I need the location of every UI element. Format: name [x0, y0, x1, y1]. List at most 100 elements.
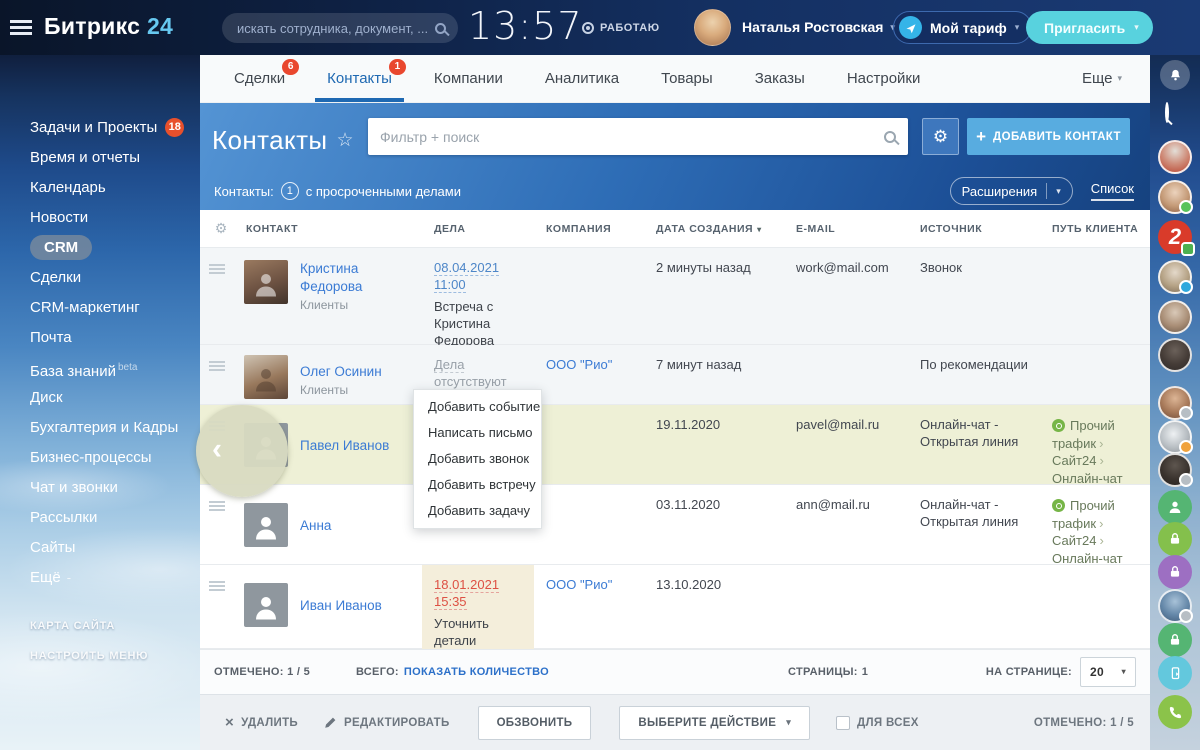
- sidebar-item-mail[interactable]: Почта: [0, 323, 200, 353]
- search-icon[interactable]: [1165, 104, 1185, 124]
- edit-button[interactable]: РЕДАКТИРОВАТЬ: [324, 716, 450, 729]
- sidebar-item-news[interactable]: Новости: [0, 203, 200, 233]
- configure-menu-link[interactable]: НАСТРОИТЬ МЕНЮ: [0, 641, 200, 671]
- global-search[interactable]: [222, 13, 458, 43]
- overdue-count-badge[interactable]: 1: [281, 182, 299, 200]
- sidebar-item-drive[interactable]: Диск: [0, 383, 200, 413]
- show-count-link[interactable]: ПОКАЗАТЬ КОЛИЧЕСТВО: [404, 666, 549, 678]
- column-client-path[interactable]: ПУТЬ КЛИЕНТА: [1040, 223, 1150, 235]
- workday-clock[interactable]: 13:57: [468, 4, 583, 48]
- per-page-select[interactable]: 20 ▾: [1080, 657, 1136, 687]
- contact-name-link[interactable]: Павел Иванов: [300, 437, 389, 455]
- work-status[interactable]: РАБОТАЮ: [582, 22, 660, 34]
- list-settings-button[interactable]: ⚙: [922, 118, 959, 155]
- lock-icon[interactable]: [1158, 555, 1192, 589]
- app-logo[interactable]: Битрикс 24: [44, 13, 173, 40]
- company-link[interactable]: ООО "Рио": [546, 357, 612, 372]
- sidebar-item-chat-calls[interactable]: Чат и звонки: [0, 473, 200, 503]
- delete-button[interactable]: × УДАЛИТЬ: [225, 715, 298, 730]
- chat-avatar[interactable]: [1158, 180, 1192, 214]
- activity-link[interactable]: Дела отсутствуют: [434, 357, 507, 390]
- sidebar-item-more[interactable]: Ещё-: [0, 563, 200, 593]
- sidebar-item-time[interactable]: Время и отчеты: [0, 143, 200, 173]
- chat-avatar[interactable]: [1158, 338, 1192, 372]
- sidebar-item-crm-active[interactable]: CRM: [0, 233, 200, 263]
- lock-icon[interactable]: [1158, 623, 1192, 657]
- hamburger-menu-icon[interactable]: [10, 20, 32, 23]
- chat-avatar[interactable]: [1158, 453, 1192, 487]
- sitemap-link[interactable]: КАРТА САЙТА: [0, 611, 200, 641]
- activity-link-overdue[interactable]: 18.01.2021 15:35: [434, 577, 499, 610]
- contact-avatar-placeholder[interactable]: [244, 583, 288, 627]
- menu-item-add-meeting[interactable]: Добавить встречу: [414, 472, 541, 498]
- chat-avatar[interactable]: [1158, 300, 1192, 334]
- filter-search-input[interactable]: [380, 129, 884, 145]
- filter-search[interactable]: [368, 118, 908, 155]
- chat-avatar[interactable]: [1158, 589, 1192, 623]
- contact-name-link[interactable]: Кристина Федорова: [300, 260, 416, 296]
- drag-handle-icon[interactable]: [209, 501, 225, 503]
- contact-name-link[interactable]: Олег Осинин: [300, 363, 382, 381]
- company-link[interactable]: ООО "Рио": [546, 577, 612, 592]
- column-contact[interactable]: КОНТАКТ: [234, 223, 422, 235]
- contact-photo[interactable]: [244, 355, 288, 399]
- column-company[interactable]: КОМПАНИЯ: [534, 223, 644, 235]
- tab-more[interactable]: Еще▾: [1082, 55, 1122, 102]
- user-menu[interactable]: Наталья Ростовская ▾: [742, 19, 895, 35]
- sidebar-item-crm-marketing[interactable]: CRM-маркетинг: [0, 293, 200, 323]
- menu-item-add-task[interactable]: Добавить задачу: [414, 498, 541, 524]
- tab-companies[interactable]: Компании: [434, 55, 503, 102]
- user-avatar[interactable]: [694, 9, 731, 46]
- columns-gear-icon[interactable]: ⚙: [200, 220, 234, 237]
- add-contact-button[interactable]: + ДОБАВИТЬ КОНТАКТ: [967, 118, 1130, 155]
- menu-item-add-event[interactable]: Добавить событие: [414, 394, 541, 420]
- contact-name-link[interactable]: Иван Иванов: [300, 597, 382, 615]
- sidebar-item-tasks[interactable]: Задачи и Проекты18: [0, 113, 200, 143]
- sidebar-item-mailings[interactable]: Рассылки: [0, 503, 200, 533]
- my-tariff-button[interactable]: Мой тариф ▾: [893, 11, 1032, 44]
- summary-text[interactable]: с просроченными делами: [306, 184, 461, 199]
- call-button[interactable]: ОБЗВОНИТЬ: [478, 706, 592, 740]
- tab-deals[interactable]: Сделки6: [234, 55, 285, 102]
- drag-handle-icon[interactable]: [209, 361, 225, 363]
- sidebar-item-sites[interactable]: Сайты: [0, 533, 200, 563]
- notifications-bell-icon[interactable]: [1160, 60, 1190, 90]
- row-expand-handle[interactable]: ‹: [196, 405, 288, 497]
- tab-analytics[interactable]: Аналитика: [545, 55, 619, 102]
- drag-handle-icon[interactable]: [209, 581, 225, 583]
- chat-channel-logo[interactable]: 2: [1158, 220, 1192, 254]
- sidebar-item-deals[interactable]: Сделки: [0, 263, 200, 293]
- view-mode-list[interactable]: Список: [1091, 181, 1134, 201]
- sidebar-item-knowledge-base[interactable]: База знанийbeta: [0, 353, 200, 383]
- choose-action-button[interactable]: ВЫБЕРИТЕ ДЕЙСТВИЕ ▾: [619, 706, 810, 740]
- global-search-input[interactable]: [237, 21, 435, 36]
- favorite-star-icon[interactable]: ☆: [337, 129, 354, 152]
- tab-contacts[interactable]: Контакты1: [327, 55, 392, 102]
- add-user-icon[interactable]: [1158, 490, 1192, 524]
- column-created[interactable]: ДАТА СОЗДАНИЯ▾: [644, 223, 784, 235]
- chat-avatar[interactable]: [1158, 386, 1192, 420]
- drag-handle-icon[interactable]: [209, 264, 225, 266]
- tab-settings[interactable]: Настройки: [847, 55, 921, 102]
- for-all-checkbox[interactable]: [836, 716, 850, 730]
- column-email[interactable]: E-MAIL: [784, 223, 908, 235]
- column-activities[interactable]: ДЕЛА: [422, 223, 534, 235]
- activity-link[interactable]: 08.04.2021 11:00: [434, 260, 499, 293]
- contact-avatar-placeholder[interactable]: [244, 503, 288, 547]
- contact-photo[interactable]: [244, 260, 288, 304]
- sidebar-item-calendar[interactable]: Календарь: [0, 173, 200, 203]
- sidebar-item-business-processes[interactable]: Бизнес-процессы: [0, 443, 200, 473]
- column-source[interactable]: ИСТОЧНИК: [908, 223, 1040, 235]
- menu-item-add-call[interactable]: Добавить звонок: [414, 446, 541, 472]
- phone-icon[interactable]: [1158, 695, 1192, 729]
- tab-orders[interactable]: Заказы: [755, 55, 805, 102]
- chat-avatar[interactable]: [1158, 140, 1192, 174]
- extensions-button[interactable]: Расширения ▾: [950, 177, 1073, 205]
- lock-icon[interactable]: [1158, 522, 1192, 556]
- sidebar-item-accounting[interactable]: Бухгалтерия и Кадры: [0, 413, 200, 443]
- tab-products[interactable]: Товары: [661, 55, 713, 102]
- chat-avatar[interactable]: [1158, 420, 1192, 454]
- device-sync-icon[interactable]: [1158, 656, 1192, 690]
- invite-button[interactable]: Пригласить ▾: [1026, 11, 1153, 44]
- contact-name-link[interactable]: Анна: [300, 517, 331, 535]
